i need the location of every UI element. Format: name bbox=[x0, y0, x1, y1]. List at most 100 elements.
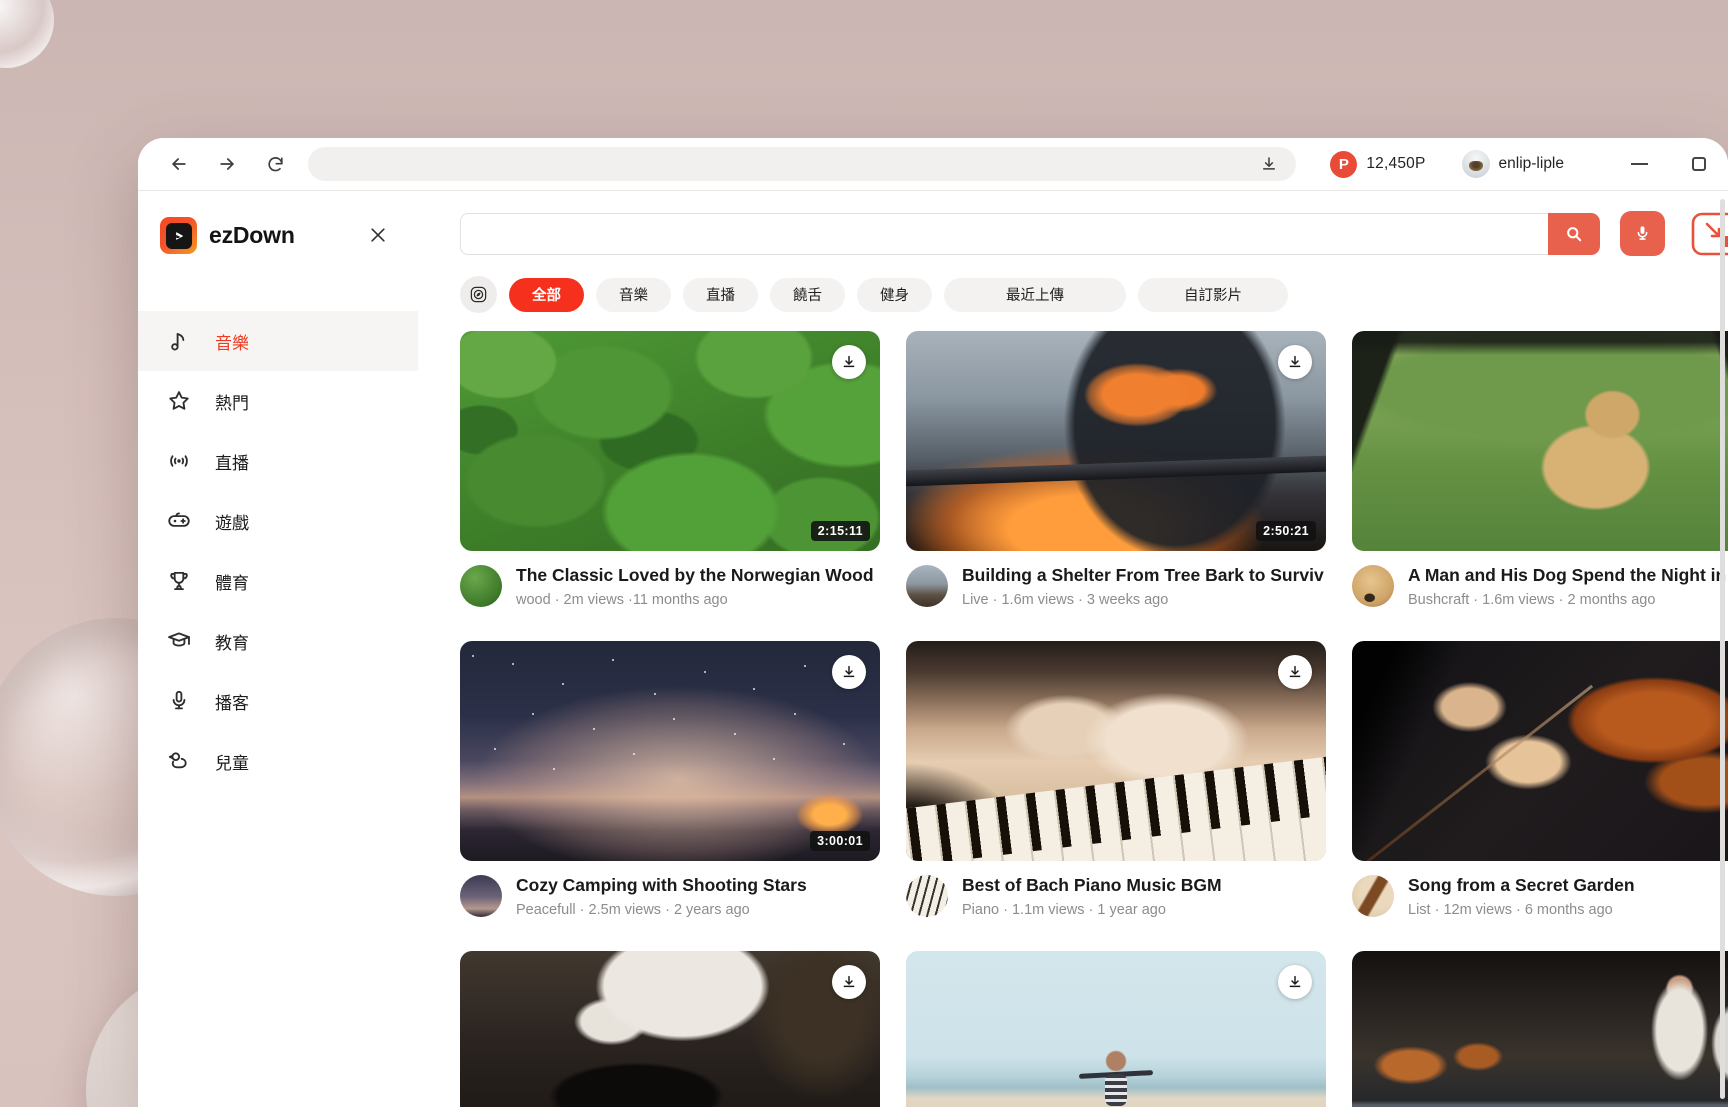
download-icon bbox=[1287, 664, 1303, 680]
thumbnail-download-button[interactable] bbox=[1278, 345, 1312, 379]
app-logo bbox=[160, 217, 197, 254]
video-card[interactable]: A Man and His Dog Spend the Night in a H… bbox=[1352, 331, 1728, 641]
download-icon bbox=[841, 974, 857, 990]
video-thumbnail[interactable] bbox=[460, 951, 880, 1107]
app-content: ezDown 音樂 bbox=[138, 191, 1728, 1107]
video-text: Best of Bach Piano Music BGM Piano · 1.1… bbox=[962, 875, 1222, 918]
video-card[interactable] bbox=[906, 951, 1326, 1107]
video-thumbnail[interactable]: 2:50:21 bbox=[906, 331, 1326, 551]
video-thumbnail[interactable]: 2:15:11 bbox=[460, 331, 880, 551]
video-title[interactable]: Best of Bach Piano Music BGM bbox=[962, 875, 1222, 896]
duration-badge: 2:15:11 bbox=[811, 521, 870, 541]
video-meta: Song from a Secret Garden List · 12m vie… bbox=[1352, 861, 1728, 918]
thumbnail-download-button[interactable] bbox=[832, 345, 866, 379]
video-title[interactable]: Cozy Camping with Shooting Stars bbox=[516, 875, 807, 896]
sidebar-menu: 音樂 熱門 直播 bbox=[138, 311, 418, 791]
sidebar-item-trending[interactable]: 熱門 bbox=[138, 371, 418, 431]
account-menu[interactable]: enlip-liple bbox=[1462, 150, 1564, 178]
play-glyph-icon bbox=[171, 228, 187, 244]
duration-badge: 3:00:01 bbox=[810, 831, 870, 851]
video-card[interactable]: 3:00:01 Cozy Camping with Shooting Stars… bbox=[460, 641, 880, 951]
video-meta: The Classic Loved by the Norwegian Wood … bbox=[460, 551, 880, 608]
video-title[interactable]: Song from a Secret Garden bbox=[1408, 875, 1635, 896]
video-thumbnail[interactable]: 3:01:23 bbox=[906, 641, 1326, 861]
channel-avatar[interactable] bbox=[906, 875, 948, 917]
filter-chip-all[interactable]: 全部 bbox=[509, 278, 584, 312]
thumbnail-download-button[interactable] bbox=[832, 965, 866, 999]
points-value: 12,450P bbox=[1366, 155, 1425, 173]
sidebar-item-label: 音樂 bbox=[215, 329, 249, 354]
video-thumbnail[interactable] bbox=[1352, 951, 1728, 1107]
sidebar-item-music[interactable]: 音樂 bbox=[138, 311, 418, 371]
filter-chip-music[interactable]: 音樂 bbox=[596, 278, 671, 312]
vertical-scrollbar[interactable] bbox=[1720, 199, 1725, 1099]
video-card[interactable] bbox=[1352, 951, 1728, 1107]
address-bar[interactable] bbox=[308, 147, 1296, 181]
filter-chip-live[interactable]: 直播 bbox=[683, 278, 758, 312]
search-group bbox=[460, 213, 1600, 255]
user-avatar[interactable] bbox=[1462, 150, 1490, 178]
video-thumbnail[interactable] bbox=[1352, 641, 1728, 861]
download-icon bbox=[841, 354, 857, 370]
thumbnail-download-button[interactable] bbox=[1278, 655, 1312, 689]
explore-chip[interactable] bbox=[460, 276, 497, 313]
points-balance[interactable]: P 12,450P bbox=[1330, 151, 1425, 178]
reload-button[interactable] bbox=[258, 147, 292, 181]
search-button[interactable] bbox=[1548, 213, 1600, 255]
close-icon bbox=[368, 225, 388, 245]
sidebar-item-games[interactable]: 遊戲 bbox=[138, 491, 418, 551]
filter-chip-recent-uploads[interactable]: 最近上傳 bbox=[944, 278, 1126, 312]
thumbnail-download-button[interactable] bbox=[832, 655, 866, 689]
sidebar-item-label: 兒童 bbox=[215, 749, 249, 774]
sidebar-item-sports[interactable]: 體育 bbox=[138, 551, 418, 611]
thumbnail-download-button[interactable] bbox=[1278, 965, 1312, 999]
voice-search-button[interactable] bbox=[1620, 211, 1665, 256]
forward-button[interactable] bbox=[210, 147, 244, 181]
sidebar-item-live[interactable]: 直播 bbox=[138, 431, 418, 491]
video-card[interactable]: 2:50:21 Building a Shelter From Tree Bar… bbox=[906, 331, 1326, 641]
sidebar-item-label: 體育 bbox=[215, 569, 249, 594]
video-title[interactable]: A Man and His Dog Spend the Night in a H bbox=[1408, 565, 1728, 586]
filter-chips-row: 全部 音樂 直播 饒舌 健身 最近上傳 自訂影片 bbox=[460, 276, 1728, 313]
channel-avatar[interactable] bbox=[460, 565, 502, 607]
channel-avatar[interactable] bbox=[1352, 565, 1394, 607]
video-subtitle: Bushcraft · 1.6m views · 2 months ago bbox=[1408, 592, 1728, 608]
sidebar-item-kids[interactable]: 兒童 bbox=[138, 731, 418, 791]
desktop-background: P 12,450P enlip-liple ezDow bbox=[0, 0, 1728, 1107]
minimize-button[interactable] bbox=[1626, 151, 1652, 177]
graduation-cap-icon bbox=[166, 628, 192, 654]
main-content: 全部 音樂 直播 饒舌 健身 最近上傳 自訂影片 bbox=[418, 191, 1728, 1107]
video-thumbnail[interactable] bbox=[1352, 331, 1728, 551]
video-text: Building a Shelter From Tree Bark to Sur… bbox=[962, 565, 1324, 608]
video-card[interactable] bbox=[460, 951, 880, 1107]
filter-chip-custom-videos[interactable]: 自訂影片 bbox=[1138, 278, 1288, 312]
search-input[interactable] bbox=[460, 213, 1548, 255]
video-card[interactable]: Song from a Secret Garden List · 12m vie… bbox=[1352, 641, 1728, 951]
browser-toolbar[interactable]: P 12,450P enlip-liple bbox=[138, 138, 1728, 191]
filter-chip-fitness[interactable]: 健身 bbox=[857, 278, 932, 312]
video-meta: Cozy Camping with Shooting Stars Peacefu… bbox=[460, 861, 880, 918]
filter-chip-rap[interactable]: 饒舌 bbox=[770, 278, 845, 312]
username: enlip-liple bbox=[1499, 155, 1564, 173]
video-meta: Building a Shelter From Tree Bark to Sur… bbox=[906, 551, 1326, 608]
channel-avatar[interactable] bbox=[1352, 875, 1394, 917]
video-card[interactable]: 2:15:11 The Classic Loved by the Norwegi… bbox=[460, 331, 880, 641]
video-title[interactable]: The Classic Loved by the Norwegian Wood bbox=[516, 565, 874, 586]
duration-badge: 3:01:23 bbox=[1256, 831, 1316, 851]
maximize-button[interactable] bbox=[1686, 151, 1712, 177]
back-button[interactable] bbox=[162, 147, 196, 181]
video-thumbnail[interactable]: 3:00:01 bbox=[460, 641, 880, 861]
download-icon[interactable] bbox=[1260, 155, 1278, 173]
sidebar-item-education[interactable]: 教育 bbox=[138, 611, 418, 671]
video-thumbnail[interactable] bbox=[906, 951, 1326, 1107]
sidebar-close-button[interactable] bbox=[368, 225, 388, 245]
minimize-icon bbox=[1631, 163, 1648, 165]
sidebar-item-podcast[interactable]: 播客 bbox=[138, 671, 418, 731]
live-signal-icon bbox=[166, 448, 192, 474]
music-note-icon bbox=[166, 328, 192, 354]
sidebar-item-label: 熱門 bbox=[215, 389, 249, 414]
channel-avatar[interactable] bbox=[460, 875, 502, 917]
video-card[interactable]: 3:01:23 Best of Bach Piano Music BGM Pia… bbox=[906, 641, 1326, 951]
channel-avatar[interactable] bbox=[906, 565, 948, 607]
video-title[interactable]: Building a Shelter From Tree Bark to Sur… bbox=[962, 565, 1324, 586]
